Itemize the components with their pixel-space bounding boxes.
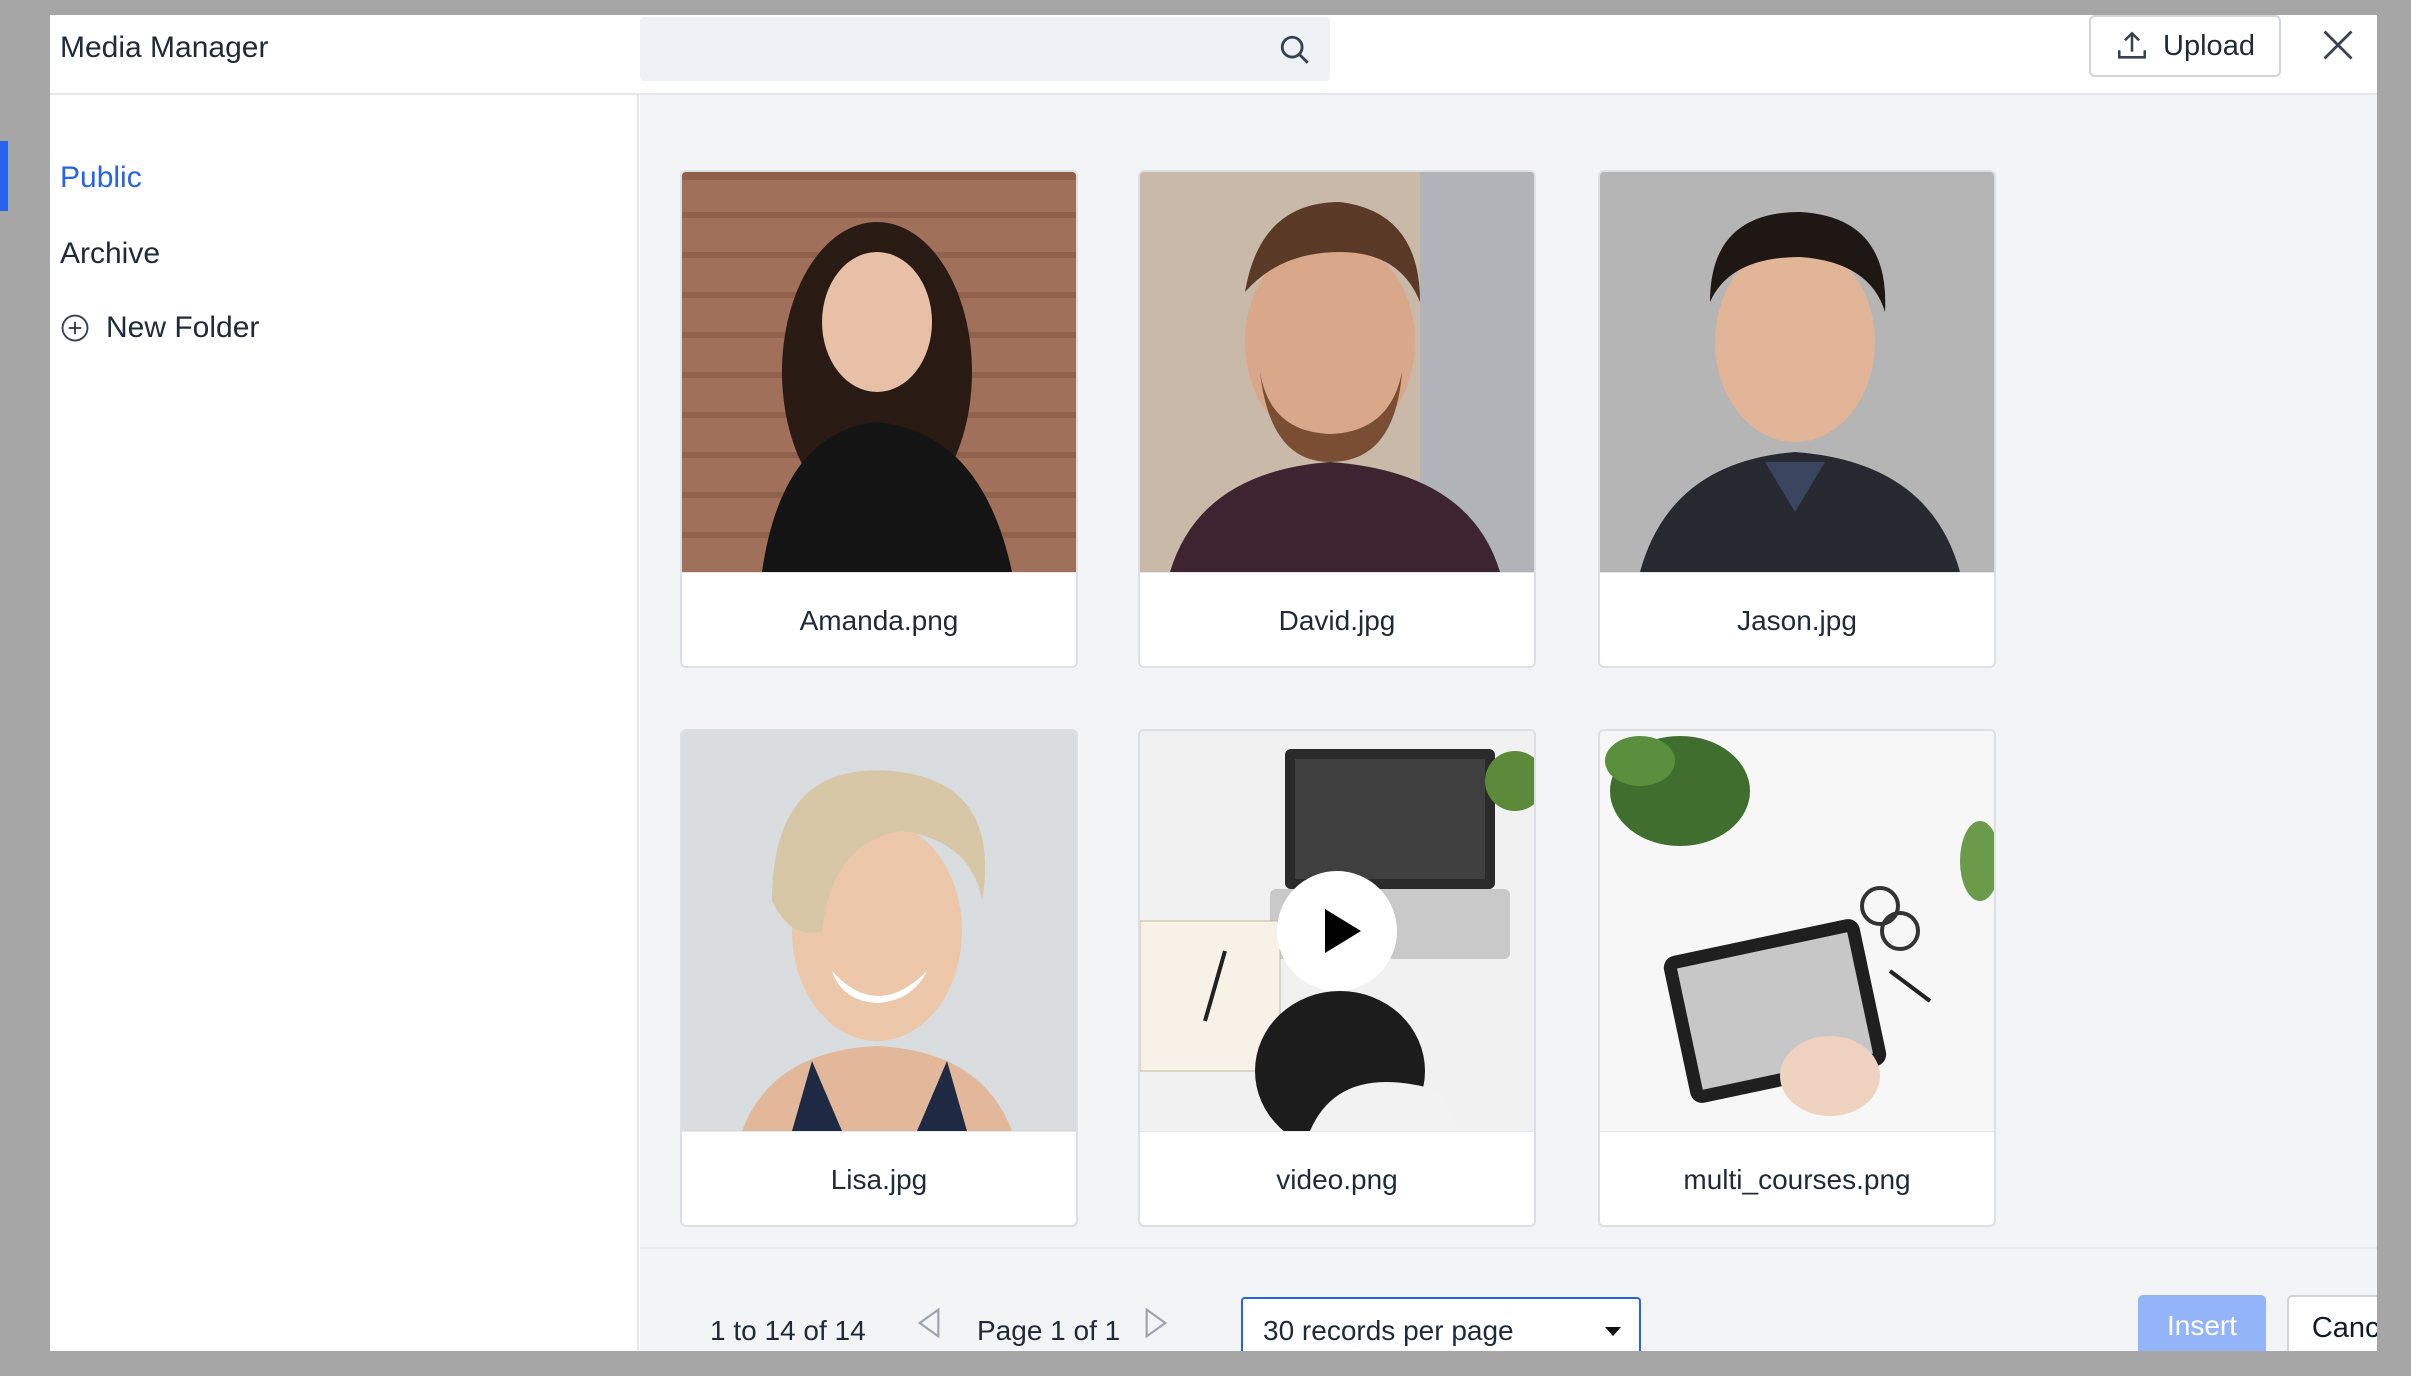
media-grid: Amanda.png David.jpg Jason.jpg Lisa.jpg … <box>640 95 2377 1265</box>
records-per-page-value: 30 records per page <box>1263 1315 1514 1346</box>
media-filename: multi_courses.png <box>1600 1131 1994 1225</box>
portrait-image <box>682 731 1076 1131</box>
media-card[interactable]: multi_courses.png <box>1598 729 1996 1227</box>
sidebar-item-public[interactable]: Public <box>60 161 142 195</box>
next-page-icon[interactable] <box>1142 1307 1170 1339</box>
media-thumbnail <box>1140 731 1534 1131</box>
caret-down-icon <box>1605 1327 1621 1336</box>
portrait-image <box>682 172 1076 572</box>
folder-sidebar: Public Archive New Folder <box>0 95 639 1351</box>
media-card[interactable]: Lisa.jpg <box>680 729 1078 1227</box>
pagination-footer: 1 to 14 of 14 Page 1 of 1 30 records per… <box>640 1247 2411 1365</box>
media-thumbnail <box>1140 172 1534 572</box>
media-filename: Lisa.jpg <box>682 1131 1076 1225</box>
insert-button[interactable]: Insert <box>2138 1295 2266 1357</box>
search-input[interactable] <box>656 17 1256 81</box>
new-folder-label: New Folder <box>106 311 260 344</box>
backdrop-right <box>2377 0 2411 1376</box>
dialog-title: Media Manager <box>60 31 269 64</box>
media-card[interactable]: David.jpg <box>1138 170 1536 668</box>
portrait-image <box>1140 172 1534 572</box>
new-folder-button[interactable]: New Folder <box>60 311 259 345</box>
upload-label: Upload <box>2163 29 2255 62</box>
active-folder-indicator <box>0 141 8 211</box>
page-indicator: Page 1 of 1 <box>977 1315 1121 1346</box>
media-thumbnail <box>682 172 1076 572</box>
close-icon[interactable] <box>2320 27 2356 63</box>
portrait-image <box>1600 172 1994 572</box>
media-card[interactable]: video.png <box>1138 729 1536 1227</box>
media-thumbnail <box>1600 172 1994 572</box>
tablet-image <box>1600 731 1994 1131</box>
media-manager-dialog: Media Manager Upload Public Archive New … <box>0 15 2411 1365</box>
media-filename: Jason.jpg <box>1600 572 1994 666</box>
upload-button[interactable]: Upload <box>2089 15 2281 77</box>
play-icon[interactable] <box>1277 871 1397 991</box>
media-filename: Amanda.png <box>682 572 1076 666</box>
prev-page-icon[interactable] <box>915 1307 943 1339</box>
backdrop-bottom <box>0 1351 2411 1376</box>
media-thumbnail <box>1600 731 1994 1131</box>
plus-circle-icon <box>61 314 89 342</box>
media-thumbnail <box>682 731 1076 1131</box>
search-icon[interactable] <box>1278 33 1312 67</box>
media-filename: David.jpg <box>1140 572 1534 666</box>
media-filename: video.png <box>1140 1131 1534 1225</box>
record-range: 1 to 14 of 14 <box>710 1315 866 1346</box>
sidebar-item-archive[interactable]: Archive <box>60 237 160 271</box>
dialog-header: Media Manager Upload <box>50 15 2377 95</box>
media-card[interactable]: Jason.jpg <box>1598 170 1996 668</box>
media-card[interactable]: Amanda.png <box>680 170 1078 668</box>
search-box[interactable] <box>640 17 1330 81</box>
upload-icon <box>2118 31 2147 59</box>
